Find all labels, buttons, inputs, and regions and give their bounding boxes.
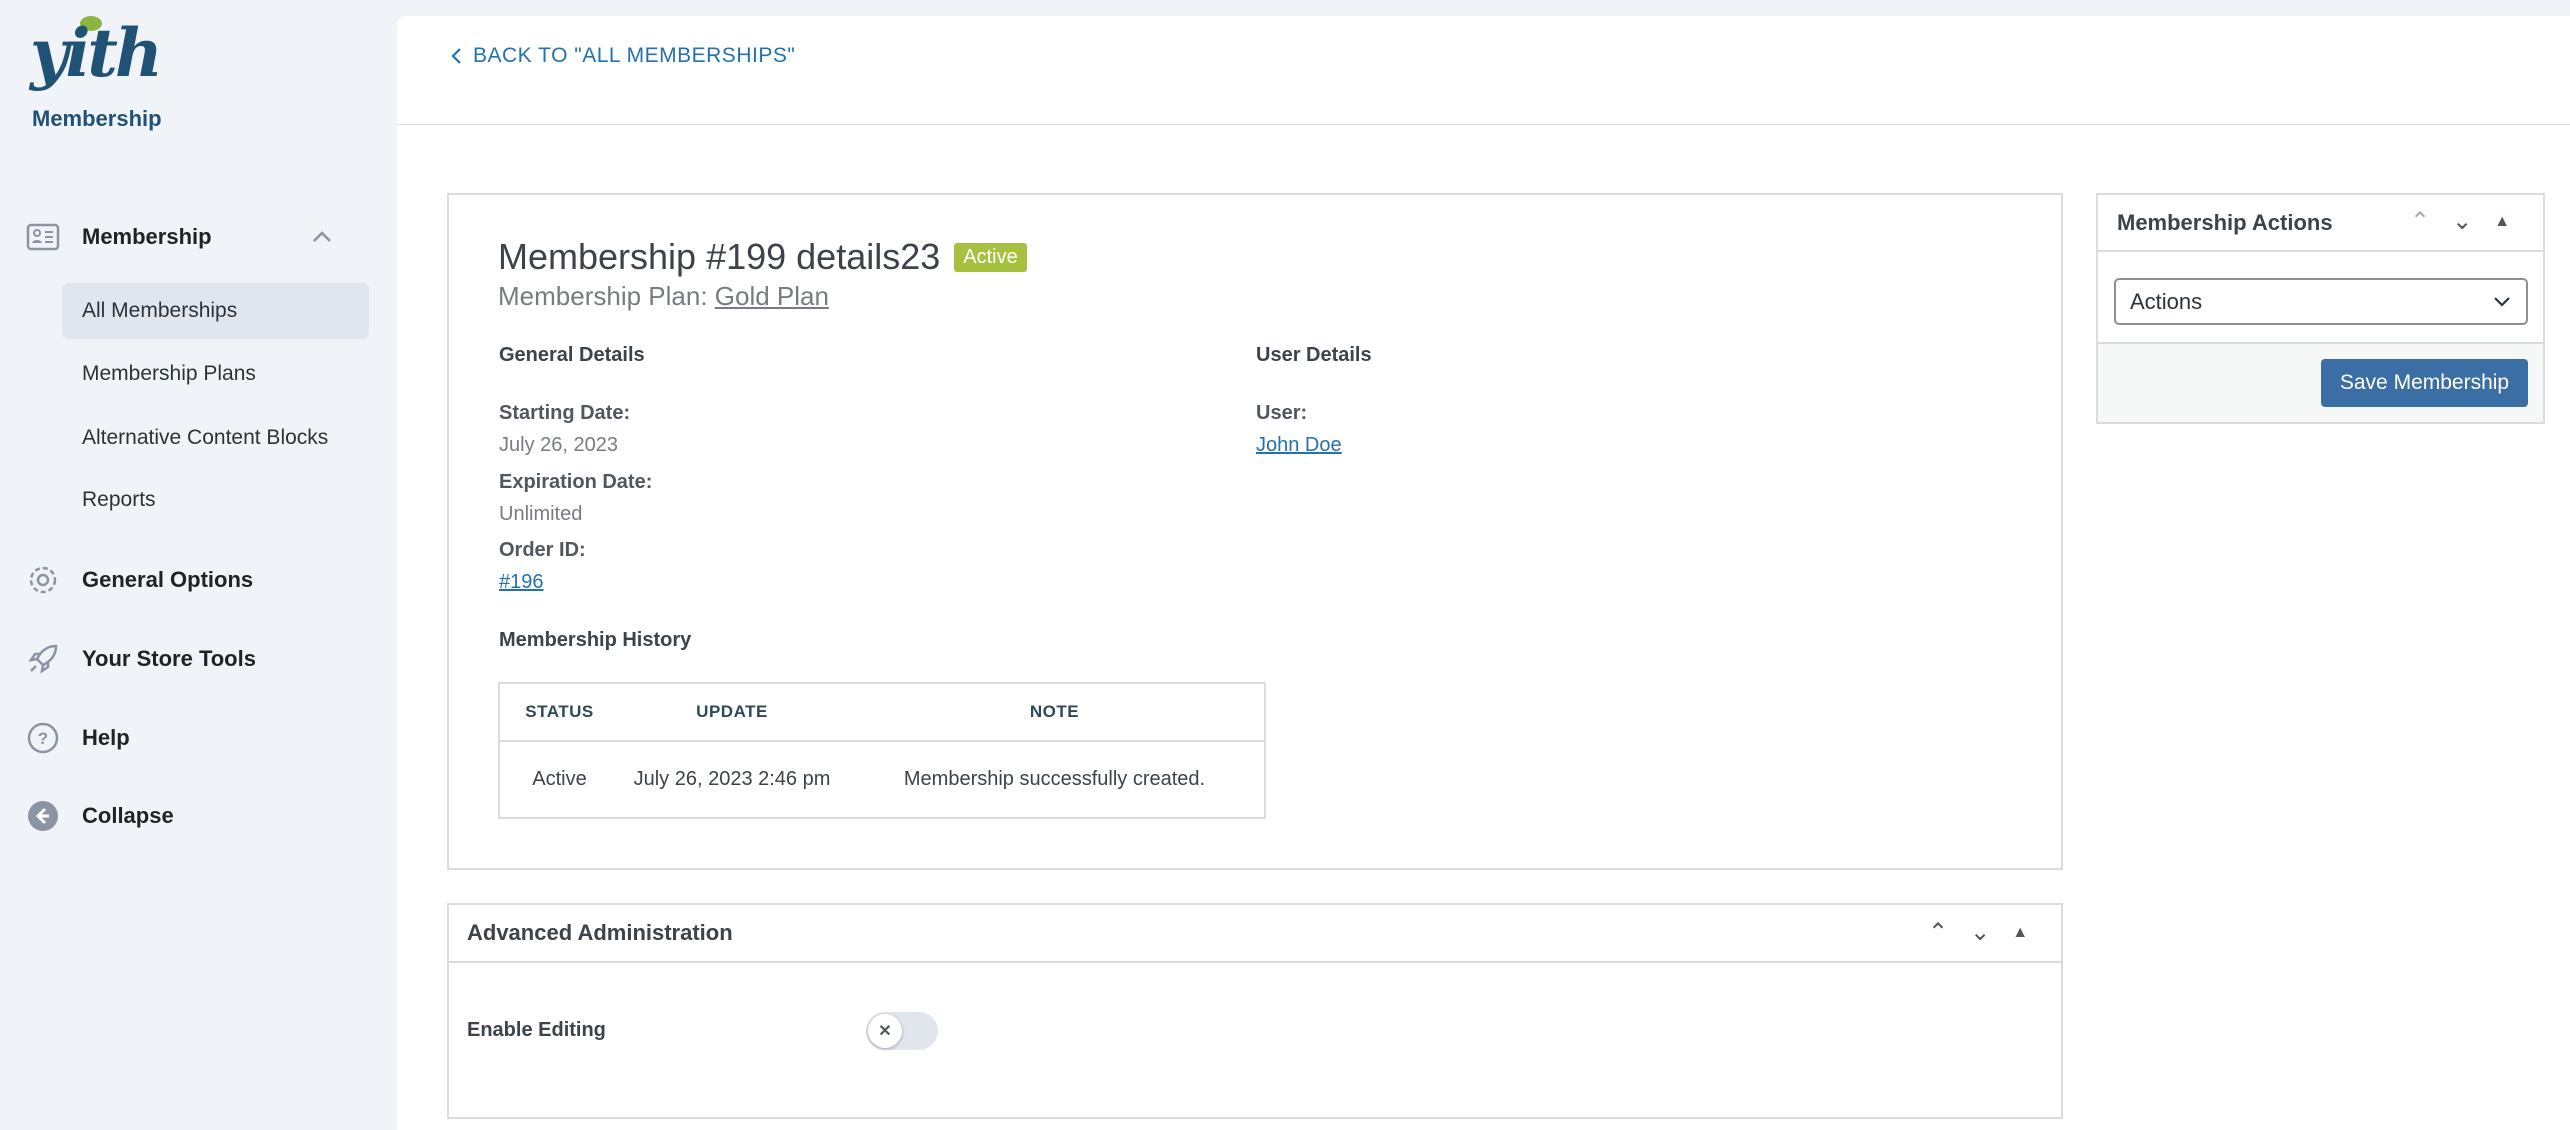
column-header-note: NOTE [845,683,1265,742]
panel-controls: ⌃ ⌄ ▲ [1928,918,2028,947]
advanced-administration-title: Advanced Administration [467,920,733,945]
back-link[interactable]: BACK TO "ALL MEMBERSHIPS" [449,44,795,68]
user-label: User: [1256,402,1308,424]
move-down-icon[interactable]: ⌄ [1970,918,1990,947]
starting-date-label: Starting Date: [499,402,631,424]
order-id-link[interactable]: #196 [499,571,544,594]
enable-editing-toggle[interactable]: ✕ [866,1012,938,1050]
title-text: Membership #199 details23 [498,236,941,277]
sidebar-item-label: Membership [82,224,212,249]
sidebar-subitem-all-memberships[interactable]: All Memberships [62,283,369,339]
toggle-panel-icon[interactable]: ▲ [2012,924,2028,942]
expiration-date-label: Expiration Date: [499,471,653,493]
table-row: Active July 26, 2023 2:46 pm Membership … [499,741,1265,818]
svg-text:?: ? [38,729,48,748]
cell-status: Active [532,768,587,790]
membership-plan: Membership Plan: Gold Plan [498,281,829,312]
yith-logo: yith [30,14,163,92]
sidebar-item-your-store-tools[interactable]: Your Store Tools [26,642,256,676]
actions-select-value: Actions [2130,288,2203,314]
status-badge: Active [954,242,1027,272]
page-title: Membership #199 details23 Active [498,236,1027,278]
plan-link[interactable]: Gold Plan [715,281,829,311]
sidebar: yith Membership Membership All Membershi… [0,0,395,1130]
sidebar-item-membership[interactable]: Membership [26,220,356,254]
sidebar-subitem-membership-plans[interactable]: Membership Plans [62,346,369,402]
id-card-icon [26,223,60,251]
back-link-label: BACK TO "ALL MEMBERSHIPS" [473,44,796,67]
move-up-icon[interactable]: ⌃ [1928,918,1948,947]
actions-panel-controls: ⌃ ⌄ ▲ [2410,207,2510,236]
cell-update: July 26, 2023 2:46 pm [633,768,831,790]
chevron-up-icon[interactable] [310,225,334,249]
sidebar-subitem-reports[interactable]: Reports [62,472,369,528]
toggle-panel-icon[interactable]: ▲ [2494,213,2510,231]
starting-date-value: July 26, 2023 [499,434,618,456]
enable-editing-label: Enable Editing [467,1019,606,1041]
user-link[interactable]: John Doe [1256,434,1342,457]
collapse-icon [28,801,58,831]
panel-divider [449,961,2061,963]
history-table: STATUS UPDATE NOTE Active July 26, 2023 … [498,682,1266,819]
order-id-label: Order ID: [499,539,586,561]
move-up-icon[interactable]: ⌃ [2410,207,2430,236]
sidebar-item-collapse[interactable]: Collapse [26,799,174,833]
rocket-icon [28,644,58,674]
membership-history-heading: Membership History [499,629,692,651]
chevron-left-icon [451,48,461,64]
general-details-heading: General Details [499,344,645,366]
sidebar-item-label: Collapse [82,803,174,828]
column-header-status: STATUS [499,683,619,742]
cell-note: Membership successfully created. [903,768,1206,790]
move-down-icon[interactable]: ⌄ [2452,207,2472,236]
sidebar-item-label: General Options [82,567,254,592]
save-membership-button[interactable]: Save Membership [2321,359,2528,407]
brand-name: Membership [32,106,162,131]
sidebar-item-general-options[interactable]: General Options [26,563,253,597]
expiration-date-value: Unlimited [499,503,583,525]
help-icon: ? [27,722,59,754]
sidebar-item-help[interactable]: ? Help [26,721,130,755]
sidebar-item-label: Help [82,725,130,750]
user-details-heading: User Details [1256,344,1372,366]
header-divider [397,124,2570,125]
actions-select[interactable]: Actions [2114,278,2528,325]
membership-actions-title: Membership Actions [2117,210,2333,235]
column-header-update: UPDATE [619,683,845,742]
chevron-down-icon [2494,296,2510,307]
sidebar-subitem-alternative-content-blocks[interactable]: Alternative Content Blocks [62,410,369,466]
close-icon: ✕ [868,1014,902,1048]
sidebar-item-label: Your Store Tools [82,646,256,671]
plan-label: Membership Plan: [498,281,708,311]
gear-icon [29,566,57,594]
